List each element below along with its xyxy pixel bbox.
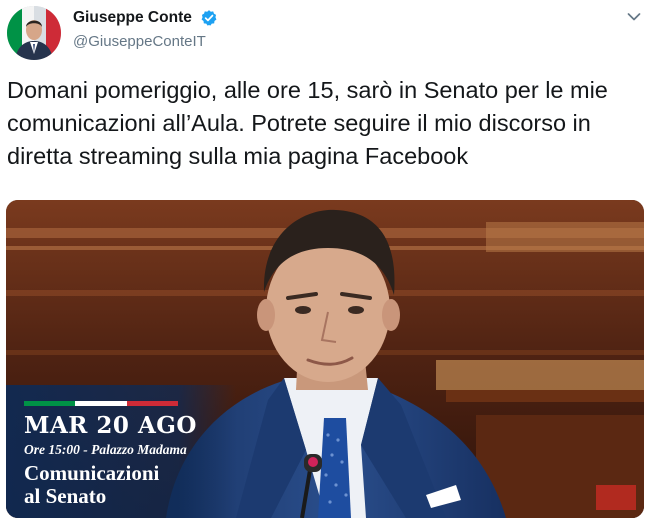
chevron-down-icon[interactable] [627, 11, 641, 23]
event-title-line-1: Comunicazioni [24, 461, 160, 485]
event-title: Comunicazioni al Senato [24, 462, 159, 508]
event-title-line-2: al Senato [24, 484, 107, 508]
event-time-location: Ore 15:00 - Palazzo Madama [24, 442, 187, 457]
avatar-image [7, 6, 61, 60]
tweet-media-image[interactable]: MAR 20 AGO Ore 15:00 - Palazzo Madama Co… [6, 200, 644, 518]
author-handle[interactable]: @GiuseppeConteIT [73, 33, 218, 50]
italian-flag-stripe [24, 401, 178, 406]
author-display-name[interactable]: Giuseppe Conte [73, 9, 192, 27]
tweet-card: Giuseppe Conte @GiuseppeConteIT Domani p… [0, 0, 659, 529]
verified-badge-icon [201, 10, 217, 26]
avatar[interactable] [7, 6, 61, 60]
author-info: Giuseppe Conte @GiuseppeConteIT [73, 9, 218, 50]
tweet-text: Domani pomeriggio, alle ore 15, sarò in … [7, 77, 608, 169]
event-date: MAR 20 AGO [24, 412, 197, 439]
